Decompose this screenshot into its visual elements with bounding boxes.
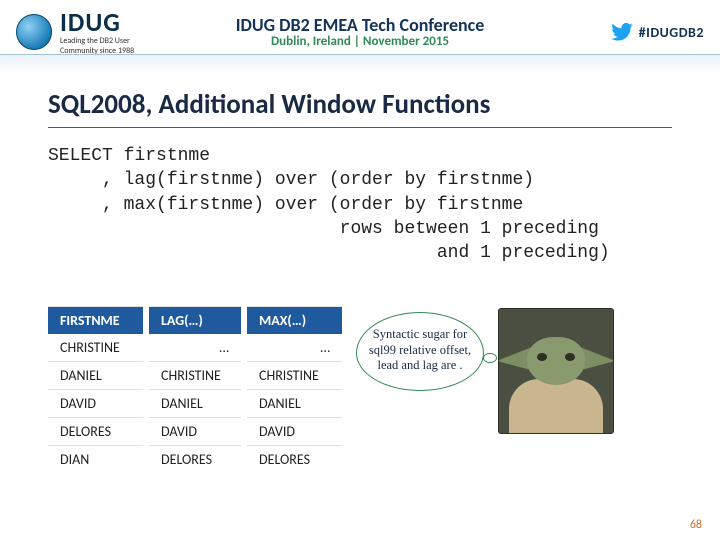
sql-code-block: SELECT firstnme , lag(firstnme) over (or… (48, 144, 672, 265)
page-number: 68 (690, 518, 702, 532)
cell: … (146, 334, 244, 362)
cell: DELORES (244, 446, 342, 474)
conference-subtitle: Dublin, Ireland | November 2015 (236, 35, 485, 49)
yoda-head-icon (527, 337, 585, 385)
cell: DAVID (48, 390, 146, 418)
header-band: IDUG Leading the DB2 User Community sinc… (0, 0, 720, 58)
cell: DAVID (146, 418, 244, 446)
table-row: CHRISTINE … … (48, 334, 342, 362)
globe-icon (16, 14, 52, 50)
cell: DELORES (48, 418, 146, 446)
col-header-max: MAX(…) (244, 307, 342, 335)
twitter-bird-icon (611, 23, 633, 41)
slide-title: SQL2008, Additional Window Functions (48, 88, 672, 128)
table-row: DELORES DAVID DAVID (48, 418, 342, 446)
table-row: DANIEL CHRISTINE CHRISTINE (48, 362, 342, 390)
conference-heading: IDUG DB2 EMEA Tech Conference Dublin, Ir… (236, 16, 485, 49)
table-row: DIAN DELORES DELORES (48, 446, 342, 474)
cell: DAVID (244, 418, 342, 446)
slide: IDUG Leading the DB2 User Community sinc… (0, 0, 720, 540)
yoda-eye-icon (565, 353, 575, 361)
hashtag-group: #IDUGDB2 (611, 23, 704, 41)
cell: DANIEL (146, 390, 244, 418)
slide-content: SQL2008, Additional Window Functions SEL… (0, 88, 720, 265)
conference-title: IDUG DB2 EMEA Tech Conference (236, 16, 485, 35)
cell: CHRISTINE (244, 362, 342, 390)
idug-logo: IDUG Leading the DB2 User Community sinc… (16, 9, 134, 55)
speech-bubble: Syntactic sugar for sql99 relative offse… (356, 312, 484, 391)
yoda-image (498, 308, 614, 434)
header-separator (0, 54, 720, 76)
cell: DANIEL (244, 390, 342, 418)
cell: … (244, 334, 342, 362)
hashtag-text: #IDUGDB2 (639, 24, 704, 41)
col-header-firstnme: FIRSTNME (48, 307, 146, 335)
col-header-lag: LAG(…) (146, 307, 244, 335)
logo-name: IDUG (60, 9, 134, 35)
cell: CHRISTINE (146, 362, 244, 390)
yoda-robe-icon (509, 379, 603, 434)
yoda-eye-icon (537, 353, 547, 361)
cell: DELORES (146, 446, 244, 474)
speech-bubble-wrap: Syntactic sugar for sql99 relative offse… (356, 306, 484, 391)
result-table: FIRSTNME LAG(…) MAX(…) CHRISTINE … … DAN… (48, 306, 342, 473)
logo-tagline-1: Leading the DB2 User (60, 37, 134, 45)
cell: DANIEL (48, 362, 146, 390)
cell: DIAN (48, 446, 146, 474)
bubble-tail-icon (483, 353, 497, 363)
logo-text: IDUG Leading the DB2 User Community sinc… (60, 9, 134, 55)
cell: CHRISTINE (48, 334, 146, 362)
lower-row: FIRSTNME LAG(…) MAX(…) CHRISTINE … … DAN… (48, 306, 708, 473)
table-row: DAVID DANIEL DANIEL (48, 390, 342, 418)
speech-bubble-text: Syntactic sugar for sql99 relative offse… (369, 327, 471, 372)
